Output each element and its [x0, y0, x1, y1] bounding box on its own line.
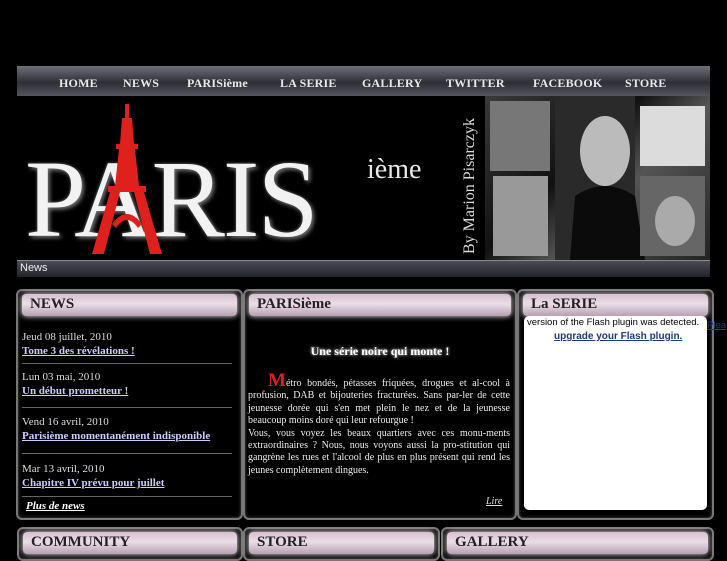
- news-date: Mar 13 avril, 2010: [22, 463, 105, 475]
- nav-gallery[interactable]: GALLERY: [362, 76, 422, 91]
- nav-twitter[interactable]: TWITTER: [446, 76, 505, 91]
- news-panel: NEWS Jeud 08 juillet, 2010 Tome 3 des ré…: [16, 289, 243, 520]
- article-body: Métro bondés, pétasses friquées, drogues…: [248, 371, 510, 477]
- header-photo-collage: [485, 96, 710, 260]
- serie-panel-title-bar: La SERIE: [523, 294, 708, 316]
- article-paragraph-1: étro bondés, pétasses friquées, drogues …: [248, 378, 510, 427]
- nav-home[interactable]: HOME: [59, 76, 98, 91]
- community-panel-title-bar: COMMUNITY: [23, 532, 237, 554]
- divider: [22, 453, 232, 454]
- news-link[interactable]: Un début prometteur !: [22, 385, 232, 397]
- news-date: Lun 03 mai, 2010: [22, 371, 101, 383]
- divider: [22, 363, 232, 364]
- divider: [22, 496, 232, 497]
- nav-facebook[interactable]: FACEBOOK: [533, 76, 602, 91]
- community-panel: COMMUNITY: [17, 527, 243, 561]
- flash-message-overflow[interactable]: Plea: [707, 320, 726, 331]
- news-link[interactable]: Chapitre IV prévu pour juillet: [22, 477, 232, 489]
- flash-message: version of the Flash plugin was detected…: [527, 317, 700, 328]
- news-date: Jeud 08 juillet, 2010: [22, 331, 112, 343]
- news-strip: News: [17, 260, 710, 277]
- serie-panel-title: La SERIE: [531, 296, 598, 312]
- news-link[interactable]: Parisième momentanément indisponible: [22, 430, 232, 442]
- news-date: Vend 16 avril, 2010: [22, 416, 109, 428]
- store-panel-title: STORE: [257, 534, 308, 550]
- serie-panel: La SERIE version of the Flash plugin was…: [517, 289, 714, 520]
- nav-news[interactable]: NEWS: [123, 76, 159, 91]
- nav-la-serie[interactable]: LA SERIE: [280, 76, 337, 91]
- community-panel-title: COMMUNITY: [31, 534, 131, 550]
- logo-wordmark: PARIS: [25, 138, 319, 260]
- nav-parisieme[interactable]: PARISième: [187, 76, 248, 91]
- nav-store[interactable]: STORE: [625, 76, 666, 91]
- flash-placeholder: version of the Flash plugin was detected…: [524, 316, 707, 510]
- eiffel-tower-icon: [92, 104, 162, 254]
- parisieme-panel-title: PARISième: [257, 296, 331, 312]
- drop-cap: M: [268, 370, 286, 391]
- store-panel: STORE: [243, 527, 440, 561]
- gallery-panel-title-bar: GALLERY: [447, 532, 708, 554]
- article-heading: Une série noire qui monte !: [310, 344, 450, 358]
- more-news-link[interactable]: Plus de news: [26, 500, 85, 512]
- news-strip-label: News: [20, 262, 48, 274]
- article-paragraph-2: Vous, vous voyez les beaux quartiers ave…: [248, 427, 510, 476]
- list-item: Vend 16 avril, 2010 Parisième momentaném…: [22, 416, 232, 442]
- list-item: Mar 13 avril, 2010 Chapitre IV prévu pou…: [22, 463, 232, 489]
- read-more-link[interactable]: Lire: [486, 496, 502, 507]
- gallery-panel-title: GALLERY: [455, 534, 529, 550]
- store-panel-title-bar: STORE: [249, 532, 434, 554]
- header-banner: PARIS ième By Marion Pisarczyk: [17, 96, 710, 260]
- byline-text: By Marion Pisarczyk: [461, 118, 478, 254]
- main-nav: HOME NEWS PARISième LA SERIE GALLERY TWI…: [17, 66, 710, 97]
- logo-suffix: ième: [367, 154, 422, 185]
- list-item: Lun 03 mai, 2010 Un début prometteur !: [22, 371, 232, 397]
- divider: [22, 407, 232, 408]
- parisieme-panel-title-bar: PARISième: [249, 294, 511, 316]
- parisieme-panel: PARISième Une série noire qui monte ! Mé…: [243, 289, 517, 520]
- upgrade-flash-link[interactable]: upgrade your Flash plugin.: [554, 331, 682, 342]
- gallery-panel: GALLERY: [441, 527, 714, 561]
- list-item: Jeud 08 juillet, 2010 Tome 3 des révélat…: [22, 331, 232, 357]
- news-panel-title: NEWS: [30, 296, 75, 312]
- news-link[interactable]: Tome 3 des révélations !: [22, 345, 232, 357]
- news-panel-title-bar: NEWS: [22, 294, 237, 316]
